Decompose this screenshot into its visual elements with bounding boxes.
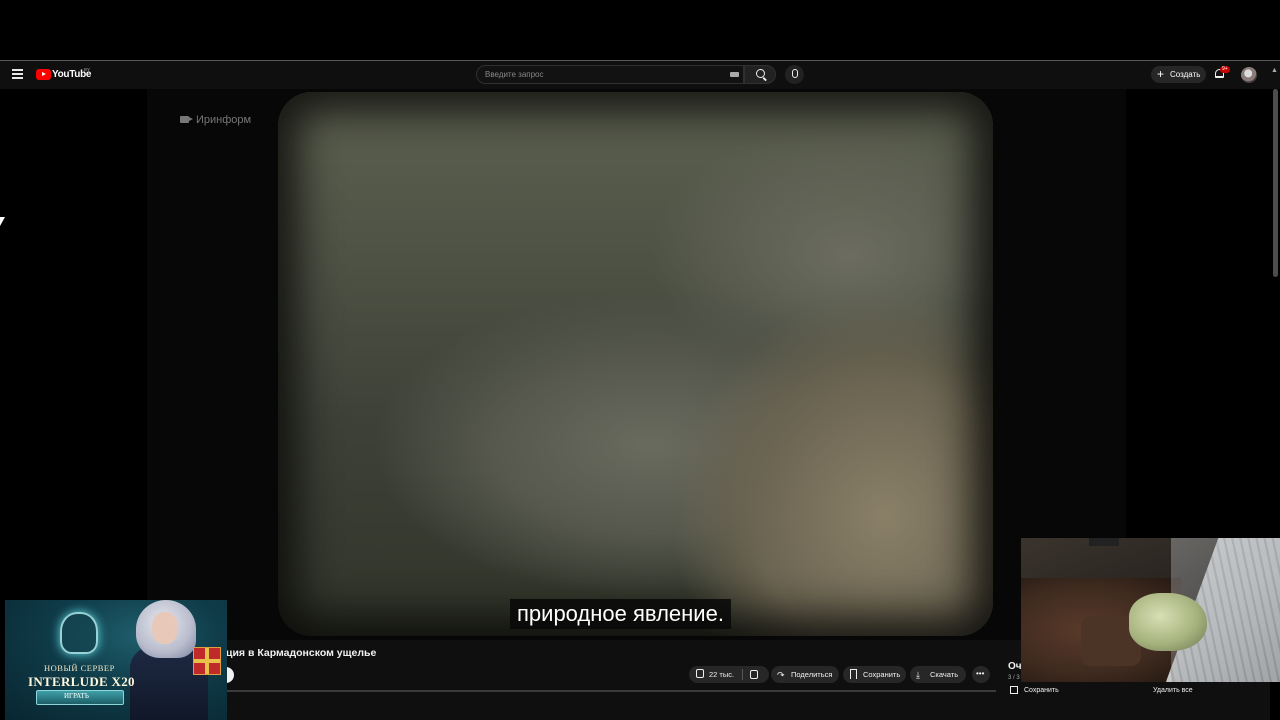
thumbs-down-icon[interactable] <box>750 670 758 679</box>
notification-badge: 9+ <box>1220 66 1230 73</box>
country-code: BY <box>84 67 91 72</box>
mouse-cursor-icon <box>0 217 5 226</box>
video-subtitle: природное явление. <box>510 599 731 629</box>
scrollbar-thumb[interactable] <box>1273 89 1278 277</box>
like-count: 22 тыс. <box>709 670 735 679</box>
queue-save-button[interactable]: Сохранить <box>1024 687 1059 694</box>
gift-icon <box>193 647 221 675</box>
thumbs-up-icon[interactable] <box>696 669 704 678</box>
ad-play-button-label: ИГРАТЬ <box>64 692 89 700</box>
more-dots-icon[interactable]: ••• <box>976 669 984 678</box>
webcam-overlay <box>1021 538 1280 682</box>
plus-icon: + <box>1157 67 1165 81</box>
bookmark-icon <box>850 669 857 679</box>
scroll-up-arrow-icon[interactable]: ▲ <box>1271 67 1278 74</box>
search-icon[interactable] <box>756 69 765 78</box>
share-button-label: Поделиться <box>791 670 833 679</box>
save-playlist-icon[interactable] <box>1010 686 1018 694</box>
save-button-label: Сохранить <box>863 670 901 679</box>
share-arrow-icon: ↷ <box>777 670 785 680</box>
ad-headline: НОВЫЙ СЕРВЕР <box>44 663 115 673</box>
download-icon: ⤓ <box>916 670 920 680</box>
ad-character-face <box>152 612 178 644</box>
avatar[interactable] <box>1241 67 1257 83</box>
channel-watermark: Иринформ <box>196 114 252 126</box>
like-divider <box>742 669 743 680</box>
keyboard-icon[interactable] <box>730 72 739 77</box>
youtube-logo-icon[interactable] <box>36 69 51 80</box>
search-placeholder: Введите запрос <box>485 70 544 79</box>
microphone-icon[interactable] <box>792 69 798 78</box>
queue-count: 3 / 3 <box>1008 675 1020 681</box>
video-frame[interactable] <box>278 92 993 636</box>
create-button-label: Создать <box>1170 70 1201 79</box>
video-title: ция в Кармадонском ущелье <box>226 647 377 659</box>
download-button-label: Скачать <box>930 670 959 679</box>
top-black-bar <box>0 0 1280 60</box>
menu-icon[interactable] <box>12 69 23 79</box>
game-logo-helmet-icon <box>60 612 98 654</box>
queue-delete-all-button[interactable]: Удалить все <box>1153 687 1193 694</box>
video-camera-icon <box>180 116 193 123</box>
progress-line <box>226 690 996 692</box>
queue-title: Оч <box>1008 661 1022 672</box>
ad-server-name: INTERLUDE X20 <box>28 674 135 689</box>
